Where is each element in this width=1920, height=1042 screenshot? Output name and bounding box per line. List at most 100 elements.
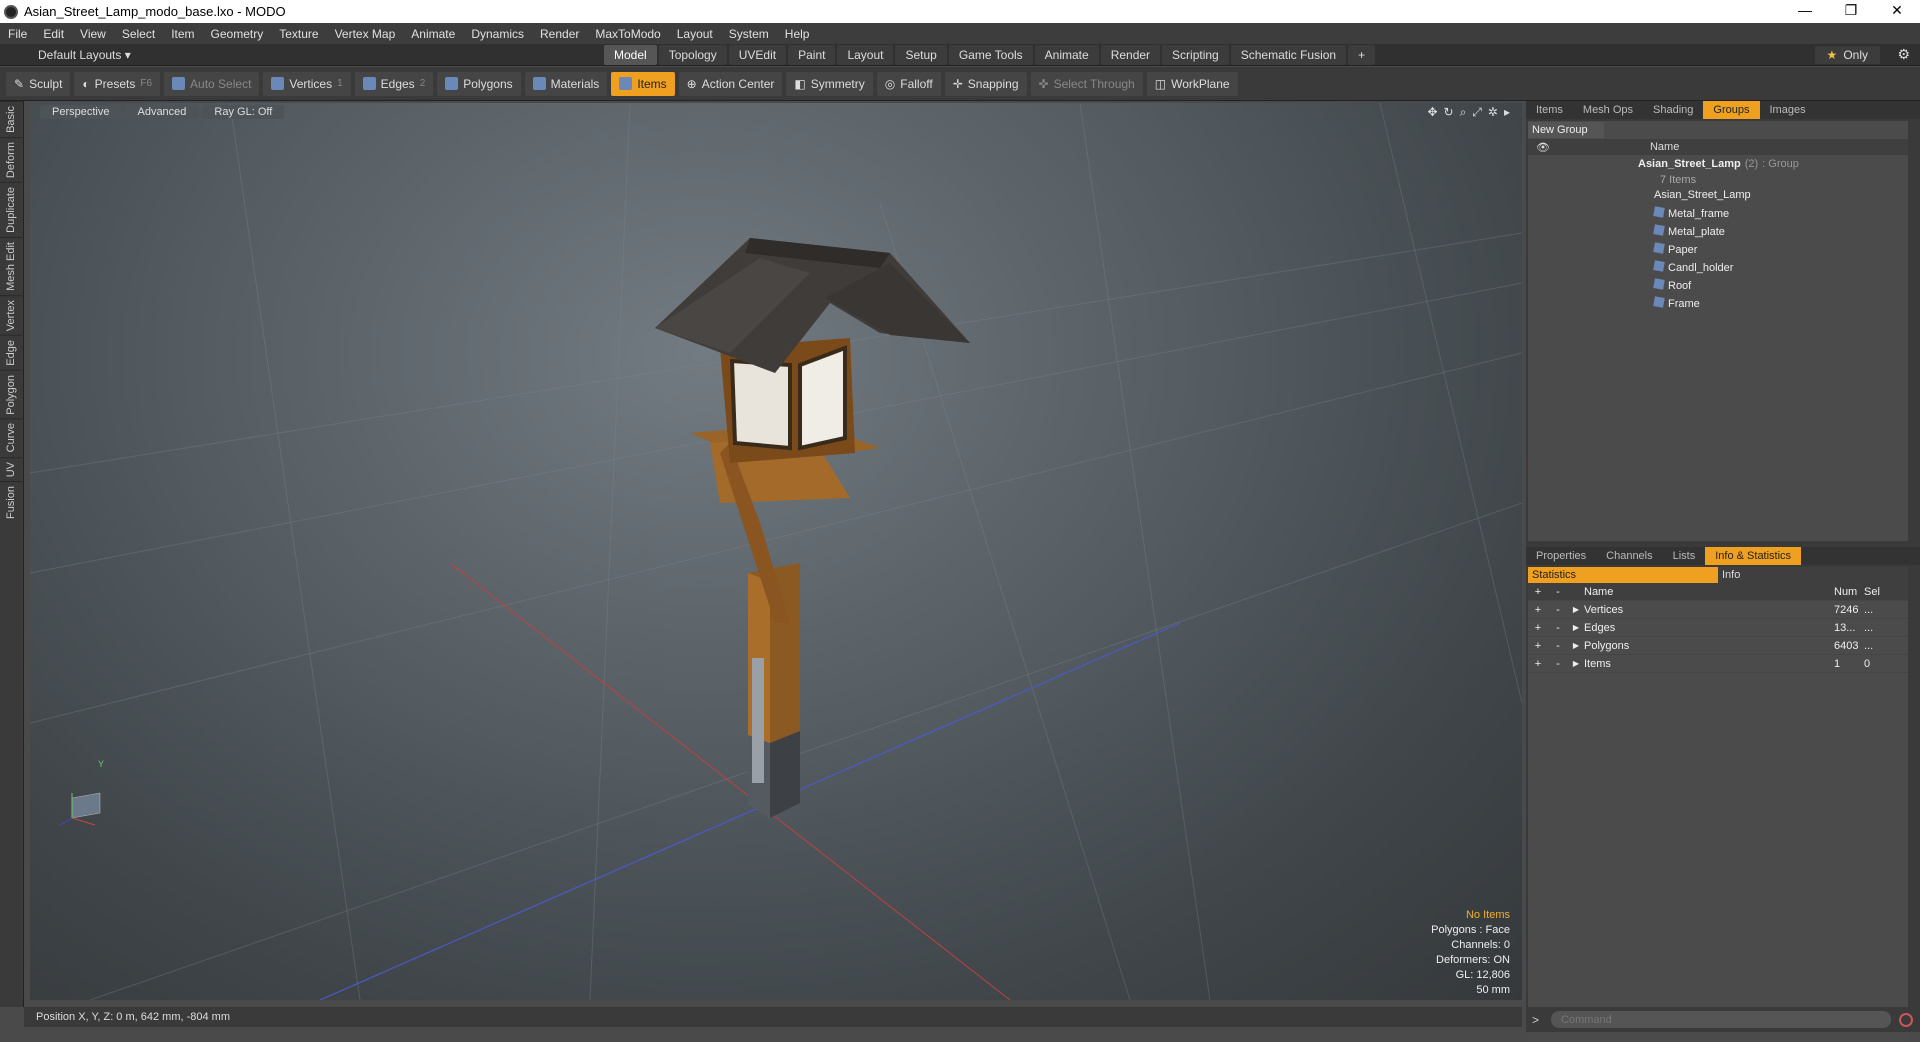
remove-icon[interactable]: - (1548, 604, 1568, 616)
left-tab-fusion[interactable]: Fusion (0, 481, 22, 524)
tab-render[interactable]: Render (1100, 44, 1161, 65)
3d-viewport[interactable]: Y Perspective Advanced Ray GL: Off ✥ ↻ ⌕… (30, 103, 1522, 1000)
remove-icon[interactable]: - (1548, 622, 1568, 634)
stats-row-items[interactable]: + - ▶ Items 1 0 (1528, 655, 1908, 673)
symmetry-button[interactable]: ◧ Symmetry (786, 71, 873, 96)
expand-arrow-icon[interactable]: ▶ (1568, 641, 1584, 650)
add-icon[interactable]: + (1528, 640, 1548, 652)
command-input[interactable] (1551, 1011, 1892, 1028)
view-mode-button[interactable]: Perspective (40, 105, 122, 119)
left-tab-duplicate[interactable]: Duplicate (0, 181, 22, 237)
raygl-button[interactable]: Ray GL: Off (202, 105, 285, 119)
polygons-button[interactable]: Polygons (437, 71, 521, 96)
menu-view[interactable]: View (72, 27, 114, 41)
tab-items[interactable]: Items (1526, 101, 1573, 119)
pan-icon[interactable]: ✥ (1427, 105, 1437, 120)
tab-topology[interactable]: Topology (658, 44, 727, 65)
tab-lists[interactable]: Lists (1663, 547, 1706, 565)
tab-model[interactable]: Model (604, 44, 657, 65)
tab-properties[interactable]: Properties (1526, 547, 1596, 565)
left-tab-edge[interactable]: Edge (0, 334, 22, 370)
workplane-button[interactable]: ◫ WorkPlane (1146, 71, 1238, 96)
stats-row-vertices[interactable]: + - ▶ Vertices 7246 ... (1528, 601, 1908, 619)
left-tab-uv[interactable]: UV (0, 456, 22, 482)
zoom-icon[interactable]: ⌕ (1460, 105, 1467, 120)
action-center-button[interactable]: ⊕ Action Center (678, 71, 783, 96)
tab-uvedit[interactable]: UVEdit (728, 44, 787, 65)
tab-layout[interactable]: Layout (837, 44, 894, 65)
record-icon[interactable] (1899, 1012, 1914, 1027)
menu-vertex-map[interactable]: Vertex Map (327, 27, 404, 41)
tab-scripting[interactable]: Scripting (1162, 44, 1229, 65)
select-through-button[interactable]: ✜ Select Through (1030, 71, 1143, 96)
layout-selector[interactable]: Default Layouts ▾ (38, 48, 131, 62)
add-icon[interactable]: + (1528, 658, 1548, 670)
tab-paint[interactable]: Paint (788, 44, 836, 65)
tab-info-statistics[interactable]: Info & Statistics (1705, 547, 1802, 565)
menu-system[interactable]: System (721, 27, 777, 41)
group-item-row[interactable]: Candl_holder (1528, 258, 1908, 276)
tab-mesh-ops[interactable]: Mesh Ops (1573, 101, 1643, 119)
tab-statistics[interactable]: Statistics (1528, 567, 1718, 583)
expand-all-icon[interactable]: + (1528, 586, 1548, 598)
group-item-row[interactable]: Metal_frame (1528, 204, 1908, 222)
tab-channels[interactable]: Channels (1596, 547, 1662, 565)
sculpt-button[interactable]: ✎ Sculpt (6, 71, 71, 96)
presets-button[interactable]: ◐ Presets F6 (74, 71, 161, 96)
add-icon[interactable]: + (1528, 604, 1548, 616)
menu-file[interactable]: File (0, 27, 35, 41)
tab-shading[interactable]: Shading (1643, 101, 1703, 119)
asian-street-lamp-model[interactable] (655, 238, 970, 818)
vertices-button[interactable]: Vertices 1 (263, 71, 351, 96)
edges-button[interactable]: Edges 2 (354, 71, 434, 96)
snapping-button[interactable]: ✛ Snapping (944, 71, 1027, 96)
remove-icon[interactable]: - (1548, 640, 1568, 652)
tab-schematic-fusion[interactable]: Schematic Fusion (1230, 44, 1347, 65)
expand-arrow-icon[interactable]: ▶ (1568, 605, 1584, 614)
auto-select-button[interactable]: Auto Select (164, 71, 260, 96)
settings-icon[interactable]: ✲ (1488, 105, 1498, 120)
group-item-row[interactable]: Roof (1528, 276, 1908, 294)
stats-row-polygons[interactable]: + - ▶ Polygons 6403 ... (1528, 637, 1908, 655)
menu-animate[interactable]: Animate (403, 27, 463, 41)
maximize-button[interactable]: ❐ (1828, 0, 1874, 23)
left-tab-basic[interactable]: Basic (0, 101, 22, 137)
close-button[interactable]: ✕ (1874, 0, 1920, 23)
menu-geometry[interactable]: Geometry (203, 27, 272, 41)
gear-icon[interactable]: ⚙ (1897, 46, 1910, 63)
collapse-all-icon[interactable]: - (1548, 586, 1568, 598)
menu-edit[interactable]: Edit (35, 27, 72, 41)
left-tab-deform[interactable]: Deform (0, 136, 22, 182)
tab-animate[interactable]: Animate (1034, 44, 1099, 65)
menu-texture[interactable]: Texture (271, 27, 326, 41)
add-tab-button[interactable]: + (1348, 44, 1376, 65)
menu-help[interactable]: Help (777, 27, 818, 41)
menu-layout[interactable]: Layout (669, 27, 721, 41)
tab-game-tools[interactable]: Game Tools (948, 44, 1033, 65)
left-tab-polygon[interactable]: Polygon (0, 369, 22, 419)
falloff-button[interactable]: ◎ Falloff (876, 71, 941, 96)
only-toggle[interactable]: ★ Only (1814, 45, 1880, 64)
menu-dynamics[interactable]: Dynamics (463, 27, 532, 41)
items-button[interactable]: Items (611, 71, 675, 96)
menu-select[interactable]: Select (114, 27, 163, 41)
left-tab-curve[interactable]: Curve (0, 418, 22, 457)
tab-images[interactable]: Images (1760, 101, 1816, 119)
tab-info[interactable]: Info (1718, 567, 1908, 583)
expand-arrow-icon[interactable]: ▶ (1568, 659, 1584, 668)
group-root-row[interactable]: Asian_Street_Lamp (2) : Group (1528, 155, 1908, 173)
fit-icon[interactable]: ⤢ (1472, 105, 1482, 120)
group-item-row[interactable]: Metal_plate (1528, 222, 1908, 240)
tab-groups[interactable]: Groups (1703, 101, 1760, 119)
group-item-row[interactable]: Paper (1528, 240, 1908, 258)
group-item-row[interactable]: Asian_Street_Lamp (1528, 186, 1908, 204)
rotate-icon[interactable]: ↻ (1444, 105, 1454, 120)
remove-icon[interactable]: - (1548, 658, 1568, 670)
add-icon[interactable]: + (1528, 622, 1548, 634)
left-tab-vertex[interactable]: Vertex (0, 294, 22, 335)
left-tab-mesh-edit[interactable]: Mesh Edit (0, 236, 22, 295)
menu-item[interactable]: Item (163, 27, 202, 41)
stats-row-edges[interactable]: + - ▶ Edges 13... ... (1528, 619, 1908, 637)
minimize-button[interactable]: — (1782, 0, 1828, 23)
group-item-row[interactable]: Frame (1528, 294, 1908, 312)
